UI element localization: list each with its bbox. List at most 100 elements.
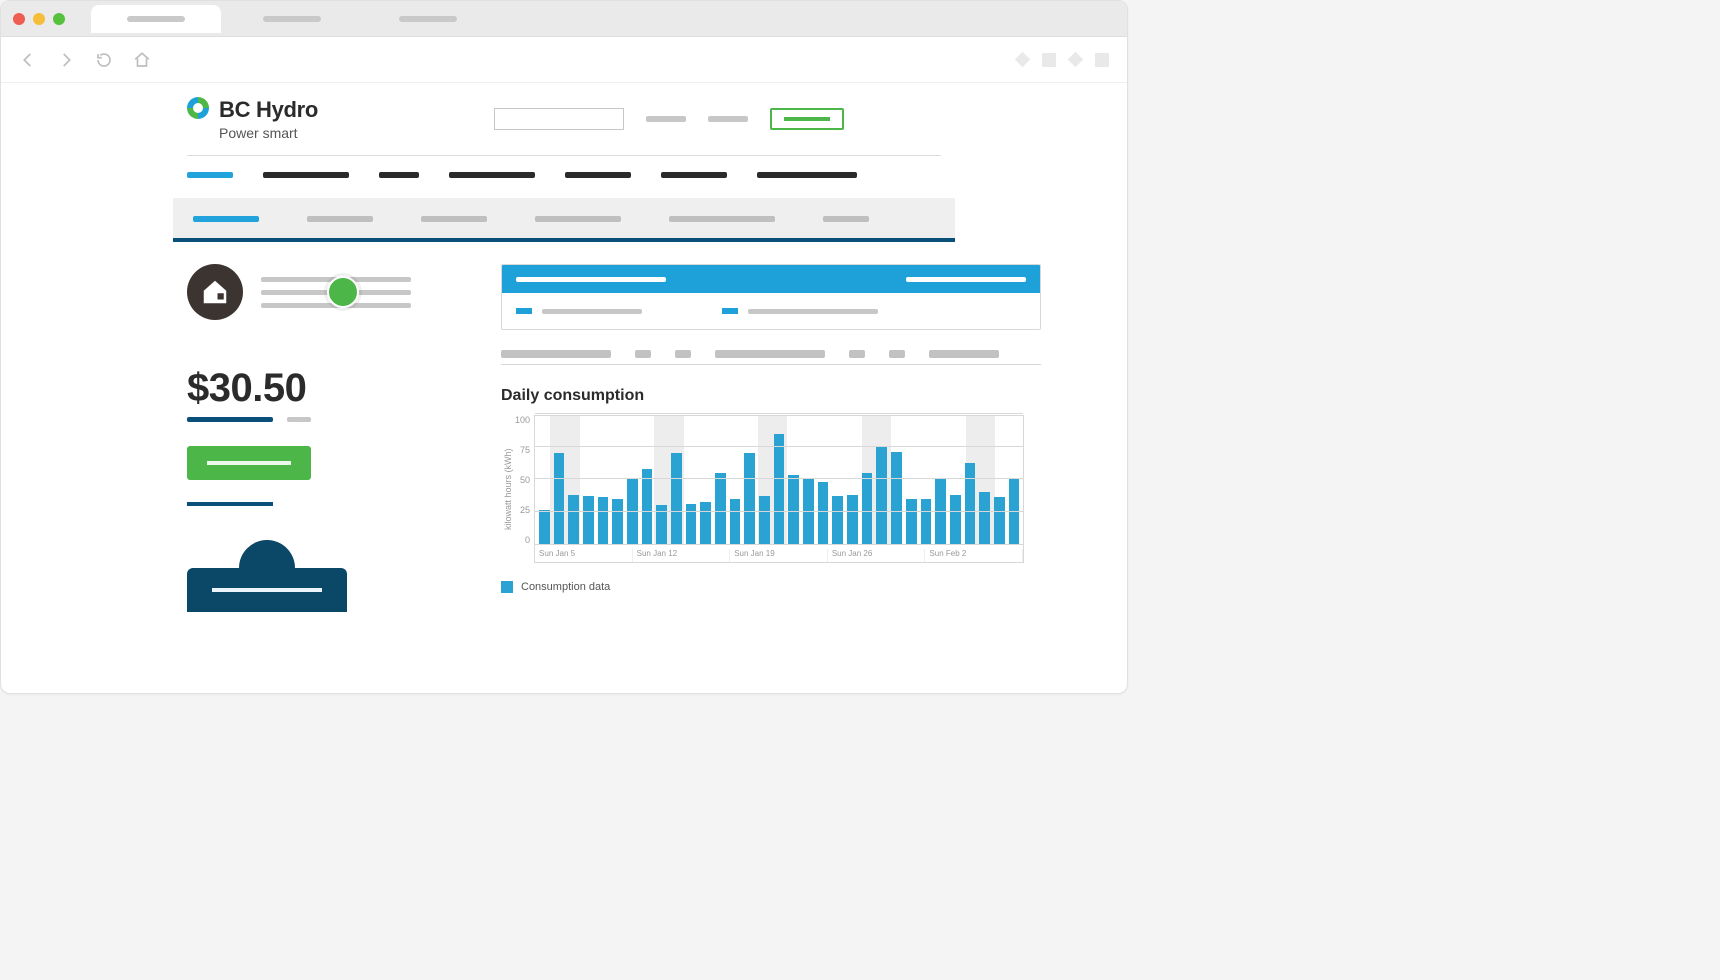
amount-detail-text [287,417,311,422]
chart-bar [950,495,961,544]
browser-tab[interactable] [363,5,493,33]
browser-tab[interactable] [227,5,357,33]
primary-nav-item[interactable] [661,172,727,178]
home-icon[interactable] [133,51,151,69]
extension-icon[interactable] [1042,53,1056,67]
secondary-nav-item[interactable] [421,216,487,222]
chart-bar [759,496,770,544]
chart-bar [642,469,653,544]
chart-bar [700,502,711,544]
search-input[interactable] [494,108,624,130]
header-utility [494,108,844,130]
chart-bar [832,496,843,544]
brand-logo-icon [187,97,209,119]
secondary-nav-item[interactable] [669,216,775,222]
amount-due: $30.50 [187,366,447,411]
secondary-nav-item[interactable] [535,216,621,222]
brand-logo-text: BC Hydro Power smart [219,97,318,141]
header-link[interactable] [708,116,748,122]
amount-detail-link[interactable] [187,417,273,422]
chart-y-axis-label: kilowatt hours (kWh) [501,415,515,563]
forward-icon[interactable] [57,51,75,69]
chart-bar [730,499,741,545]
primary-nav-item[interactable] [379,172,419,178]
pay-button[interactable] [187,446,311,480]
chart-bar [715,473,726,545]
stat-marker [722,308,738,314]
chart-plot-area [534,415,1024,545]
reload-icon[interactable] [95,51,113,69]
chart-bar [554,453,565,544]
browser-toolbar [1,37,1127,83]
summary-card [501,264,1041,330]
chart-legend: Consumption data [501,581,1041,593]
usage-tab[interactable] [635,350,651,358]
login-button[interactable] [770,108,844,130]
browser-window: BC Hydro Power smart [0,0,1128,694]
chart-bar [598,497,609,544]
extension-icon[interactable] [1068,52,1084,68]
usage-tab[interactable] [675,350,691,358]
primary-nav-item[interactable] [565,172,631,178]
secondary-nav-item[interactable] [307,216,373,222]
usage-tab[interactable] [889,350,905,358]
summary-card-header [502,265,1040,293]
window-minimize-icon[interactable] [33,13,45,25]
smart-meter-graphic [187,540,347,612]
usage-tabs [501,350,1041,365]
window-titlebar [1,1,1127,37]
page-content: BC Hydro Power smart [1,83,1127,612]
stat-text [542,309,642,314]
account-slider[interactable] [261,277,411,308]
chart-bars [539,434,1019,545]
primary-nav-item[interactable] [757,172,857,178]
legend-swatch [501,581,513,593]
secondary-nav-item-active[interactable] [193,216,259,222]
usage-panel: Daily consumption kilowatt hours (kWh) 1… [501,264,1041,612]
chart-bar [994,497,1005,544]
chart-bar [891,452,902,544]
extension-icon[interactable] [1015,52,1031,68]
primary-nav-item[interactable] [449,172,535,178]
browser-tab-active[interactable] [91,5,221,33]
summary-title [516,277,666,282]
window-zoom-icon[interactable] [53,13,65,25]
primary-nav [1,156,1127,190]
browser-tabs [91,5,493,33]
primary-nav-item-active[interactable] [187,172,233,178]
chart-bar [979,492,990,544]
secondary-nav [173,198,955,242]
chart-bar [774,434,785,545]
usage-tab[interactable] [929,350,999,358]
secondary-link[interactable] [187,502,273,506]
chart-bar [965,463,976,544]
stat-text [748,309,878,314]
consumption-chart: kilowatt hours (kWh) 1007550250 Sun Jan … [501,415,1041,563]
chart-bar [539,510,550,544]
chart-title: Daily consumption [501,387,1041,405]
usage-tab[interactable] [849,350,865,358]
window-close-icon[interactable] [13,13,25,25]
chart-bar [921,499,932,545]
chart-bar [906,499,917,545]
brand-tagline: Power smart [219,125,318,141]
brand-logo[interactable]: BC Hydro Power smart [187,97,318,141]
usage-tab[interactable] [501,350,611,358]
slider-handle[interactable] [327,276,359,308]
secondary-nav-item[interactable] [823,216,869,222]
account-sidebar: $30.50 [187,264,447,612]
usage-tab[interactable] [715,350,825,358]
extension-icon[interactable] [1095,53,1109,67]
account-selector [187,264,447,320]
amount-meta [187,417,447,422]
chart-bar [862,473,873,545]
back-icon[interactable] [19,51,37,69]
header-link[interactable] [646,116,686,122]
chart-bar [568,495,579,544]
primary-nav-item[interactable] [263,172,349,178]
chart-y-axis-ticks: 1007550250 [515,415,534,545]
chart-x-axis-ticks: Sun Jan 5Sun Jan 12Sun Jan 19Sun Jan 26S… [534,545,1024,563]
chart-bar [627,479,638,544]
chart-bar [612,499,623,545]
main-area: $30.50 [1,242,1127,612]
